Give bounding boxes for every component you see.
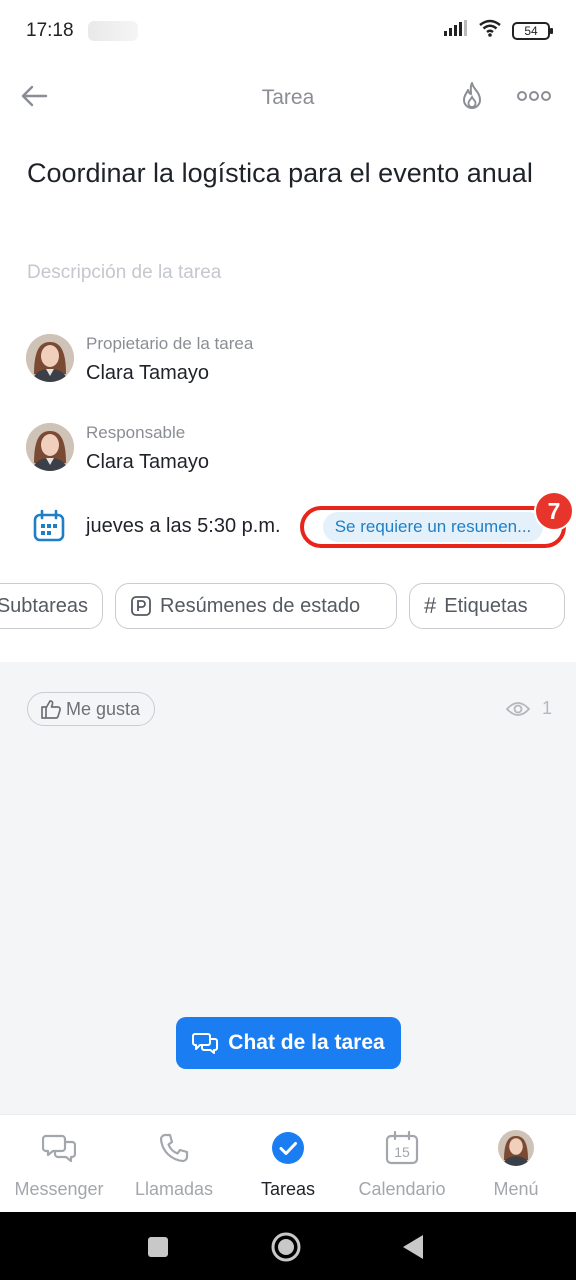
status-bar: 17:18 54 [0, 0, 576, 62]
nav-label: Tareas [260, 1179, 316, 1199]
status-icons: 54 [444, 19, 553, 43]
like-button[interactable]: Me gusta [27, 692, 156, 726]
eye-icon [506, 701, 530, 716]
chat-icon [192, 1033, 219, 1054]
check-circle-icon [230, 1129, 346, 1167]
views-counter: 1 [506, 698, 552, 719]
important-button[interactable] [452, 76, 492, 116]
summary-required-label: Se requiere un resumen... [322, 512, 544, 542]
more-dots-icon [517, 91, 551, 101]
owner-name: Clara Tamayo [86, 362, 210, 384]
nav-item-calls[interactable]: Llamadas [116, 1115, 232, 1213]
responsible-row[interactable]: Responsable Clara Tamayo [26, 423, 546, 483]
like-label: Me gusta [66, 698, 141, 719]
recents-button[interactable] [141, 1230, 175, 1264]
status-time: 17:18 [26, 20, 74, 41]
task-chat-label: Chat de la tarea [228, 1031, 385, 1054]
calendar-icon: 15 [344, 1129, 460, 1167]
comments-area: Me gusta 1 Chat de la tarea [0, 662, 576, 1114]
phone-icon [116, 1129, 232, 1167]
nav-label: Messenger [14, 1179, 104, 1199]
avatar [458, 1129, 574, 1167]
subtasks-label: Subtareas [0, 594, 88, 617]
home-button[interactable] [269, 1230, 303, 1264]
flame-icon [463, 82, 481, 109]
bottom-navigation: Messenger Llamadas Tareas 15 Calendario … [0, 1114, 576, 1212]
home-circle-icon [271, 1232, 301, 1262]
deadline-row: jueves a las 5:30 p.m. Se requiere un re… [26, 491, 574, 551]
nav-label: Menú [493, 1179, 539, 1199]
avatar [26, 423, 74, 471]
square-icon [148, 1237, 168, 1257]
calendar-day: 15 [394, 1144, 410, 1160]
nav-item-messenger[interactable]: Messenger [1, 1115, 117, 1213]
task-description-field[interactable]: Descripción de la tarea [27, 262, 221, 284]
tags-label: Etiquetas [444, 594, 528, 617]
system-navigation-bar [0, 1212, 576, 1280]
calendar-icon [32, 509, 66, 548]
status-summaries-label: Resúmenes de estado [160, 594, 361, 617]
status-summary-icon [131, 596, 151, 616]
status-summaries-chip[interactable]: Resúmenes de estado [115, 583, 397, 629]
subtasks-chip[interactable]: Subtareas [0, 583, 103, 629]
view-count: 1 [542, 698, 553, 718]
back-system-button[interactable] [396, 1230, 430, 1264]
signal-icon [444, 20, 468, 42]
summary-required-badge[interactable]: Se requiere un resumen... [300, 506, 566, 548]
hash-icon: # [424, 593, 437, 618]
chat-bubbles-icon [1, 1129, 117, 1167]
wifi-icon [478, 19, 502, 43]
responsible-name: Clara Tamayo [86, 451, 210, 473]
more-options-button[interactable] [512, 76, 556, 116]
owner-label: Propietario de la tarea [86, 334, 254, 353]
nav-label: Llamadas [134, 1179, 214, 1199]
deadline-text[interactable]: jueves a las 5:30 p.m. [86, 515, 281, 538]
nav-item-menu[interactable]: Menú [458, 1115, 574, 1213]
task-owner-row[interactable]: Propietario de la tarea Clara Tamayo [26, 334, 546, 394]
status-notification-area [87, 21, 138, 41]
thumbs-up-icon [41, 700, 61, 719]
task-actions-chips: Subtareas Resúmenes de estado # Etiqueta… [0, 583, 576, 631]
app-bar: Tarea [0, 62, 576, 134]
task-title[interactable]: Coordinar la logística para el evento an… [27, 154, 547, 192]
tags-chip[interactable]: # Etiquetas [409, 583, 565, 629]
responsible-label: Responsable [86, 423, 186, 442]
nav-item-tasks[interactable]: Tareas [230, 1115, 346, 1213]
step-number-badge: 7 [534, 491, 574, 531]
task-chat-button[interactable]: Chat de la tarea [176, 1017, 401, 1069]
avatar [26, 334, 74, 382]
nav-label: Calendario [358, 1179, 446, 1199]
triangle-back-icon [403, 1235, 423, 1259]
nav-item-calendar[interactable]: 15 Calendario [344, 1115, 460, 1213]
battery-icon: 54 [512, 22, 553, 40]
